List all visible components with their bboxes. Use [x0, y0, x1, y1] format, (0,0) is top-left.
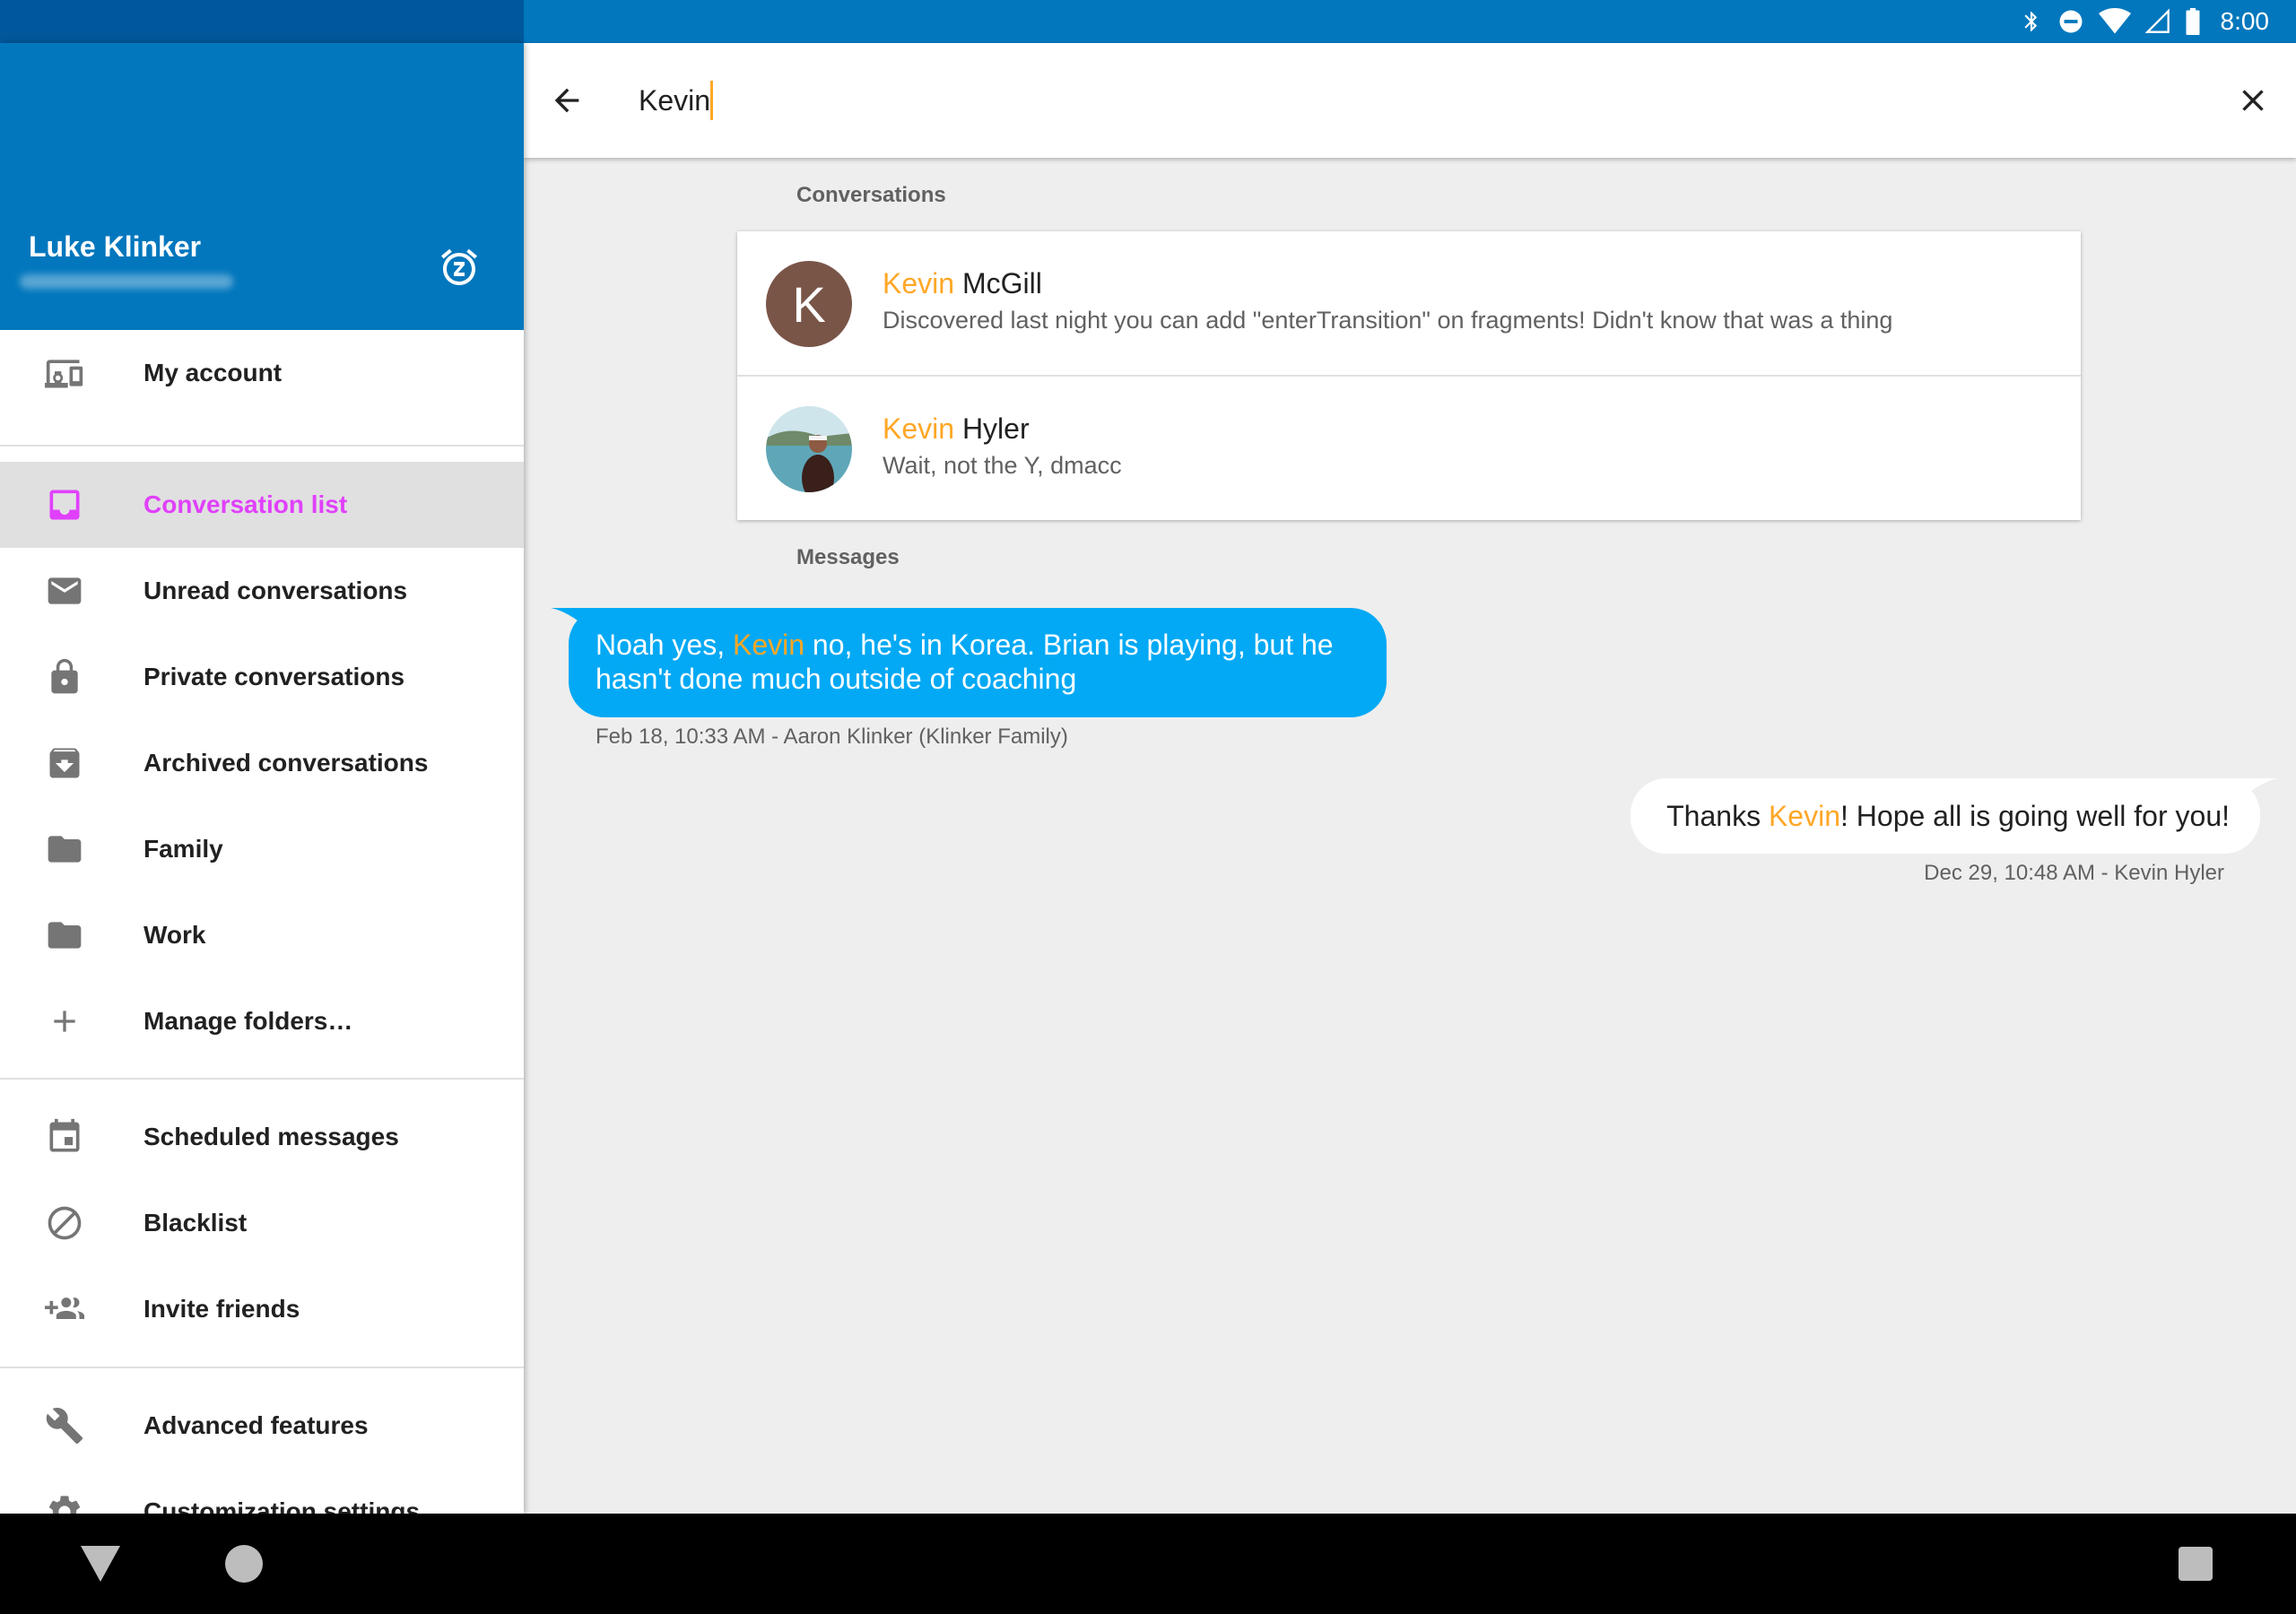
status-icons: 8:00 [2020, 0, 2270, 43]
drawer-item-family[interactable]: Family [0, 806, 524, 892]
drawer-item-private-conversations[interactable]: Private conversations [0, 634, 524, 720]
mail-icon [43, 569, 86, 612]
back-arrow-icon[interactable] [545, 79, 588, 122]
close-icon[interactable] [2231, 79, 2274, 122]
cell-signal-icon [2144, 8, 2170, 35]
drawer-divider [0, 445, 524, 447]
group-add-icon [43, 1288, 86, 1331]
conversation-name: Kevin Hyler [883, 412, 1030, 446]
drawer-item-label: Conversation list [144, 490, 348, 518]
search-toolbar [524, 43, 2296, 158]
user-name: Luke Klinker [29, 230, 202, 263]
drawer-item-unread-conversations[interactable]: Unread conversations [0, 548, 524, 634]
status-bar-drawer-overlay [0, 0, 524, 43]
search-input[interactable] [639, 70, 2074, 131]
drawer-item-label: Unread conversations [144, 577, 408, 604]
drawer-header: Luke Klinker [0, 43, 524, 330]
text-cursor [710, 81, 713, 120]
conversation-name-rest: Hyler [954, 412, 1030, 445]
battery-icon [2185, 8, 2201, 35]
conversations-section-header: Conversations [796, 183, 946, 207]
devices-icon [43, 351, 86, 395]
snooze-icon[interactable] [438, 246, 481, 289]
messages-section-header: Messages [796, 545, 900, 569]
gear-icon [43, 1490, 86, 1514]
search-highlight: Kevin [732, 629, 805, 661]
drawer-item-label: Customization settings [144, 1497, 421, 1514]
drawer-divider [0, 1078, 524, 1080]
drawer-item-blacklist[interactable]: Blacklist [0, 1180, 524, 1266]
inbox-icon [43, 483, 86, 526]
bluetooth-icon [2020, 8, 2043, 35]
folder-icon [43, 914, 86, 957]
drawer-item-customization-settings[interactable]: Customization settings [0, 1469, 524, 1514]
wifi-icon [2098, 8, 2131, 35]
drawer-item-work[interactable]: Work [0, 892, 524, 978]
conversation-snippet: Discovered last night you can add "enter… [883, 307, 1893, 334]
conversation-result-row[interactable]: K Kevin McGill Discovered last night you… [737, 231, 2081, 375]
drawer-item-label: Blacklist [144, 1209, 248, 1237]
drawer-item-manage-folders[interactable]: Manage folders… [0, 978, 524, 1064]
conversation-results-card: K Kevin McGill Discovered last night you… [737, 231, 2081, 520]
incoming-message-bubble[interactable]: Noah yes, Kevin no, he's in Korea. Brian… [569, 608, 1387, 717]
drawer-item-my-account[interactable]: My account [0, 330, 524, 416]
calendar-icon [43, 1115, 86, 1158]
navigation-bar [0, 1514, 2296, 1614]
status-bar: 8:00 [0, 0, 2296, 43]
drawer-item-label: My account [144, 359, 283, 386]
conversation-name: Kevin McGill [883, 267, 1042, 300]
status-time: 8:00 [2220, 7, 2270, 35]
drawer-item-label: Work [144, 921, 206, 949]
drawer-item-scheduled-messages[interactable]: Scheduled messages [0, 1094, 524, 1180]
drawer-item-archived-conversations[interactable]: Archived conversations [0, 720, 524, 806]
message-text-before: Thanks [1666, 800, 1769, 832]
drawer-divider [0, 1367, 524, 1368]
drawer-item-label: Invite friends [144, 1295, 300, 1323]
block-icon [43, 1202, 86, 1245]
conversation-result-row[interactable]: Kevin Hyler Wait, not the Y, dmacc [737, 375, 2081, 520]
drawer-item-conversation-list[interactable]: Conversation list [0, 462, 524, 548]
search-highlight: Kevin [883, 267, 955, 299]
recents-nav-icon[interactable] [2170, 1539, 2221, 1589]
drawer-item-label: Family [144, 835, 223, 863]
search-highlight: Kevin [1768, 800, 1840, 832]
message-meta: Dec 29, 10:48 AM - Kevin Hyler [1924, 861, 2224, 885]
wrench-icon [43, 1404, 86, 1447]
conversation-name-rest: McGill [954, 267, 1042, 299]
do-not-disturb-icon [2057, 8, 2084, 35]
home-nav-icon[interactable] [219, 1539, 269, 1589]
drawer-item-label: Advanced features [144, 1411, 369, 1439]
search-highlight: Kevin [883, 412, 955, 445]
drawer-item-label: Scheduled messages [144, 1123, 399, 1150]
folder-icon [43, 828, 86, 871]
conversation-snippet: Wait, not the Y, dmacc [883, 452, 1122, 479]
drawer-item-label: Archived conversations [144, 749, 429, 777]
message-text-after: ! Hope all is going well for you! [1840, 800, 2230, 832]
drawer-item-invite-friends[interactable]: Invite friends [0, 1266, 524, 1352]
outgoing-message-bubble[interactable]: Thanks Kevin! Hope all is going well for… [1631, 778, 2260, 854]
navigation-drawer: Luke Klinker My account Conversation lis… [0, 43, 524, 1514]
avatar [766, 406, 852, 492]
message-text-before: Noah yes, [596, 629, 733, 661]
drawer-item-label: Manage folders… [144, 1007, 353, 1035]
message-meta: Feb 18, 10:33 AM - Aaron Klinker (Klinke… [596, 725, 1068, 749]
avatar: K [766, 261, 852, 347]
user-email-redacted [20, 274, 233, 289]
back-nav-icon[interactable] [75, 1539, 126, 1589]
archive-icon [43, 742, 86, 785]
drawer-item-label: Private conversations [144, 663, 405, 690]
add-icon [43, 1000, 86, 1043]
drawer-item-advanced-features[interactable]: Advanced features [0, 1383, 524, 1469]
lock-icon [43, 655, 86, 699]
